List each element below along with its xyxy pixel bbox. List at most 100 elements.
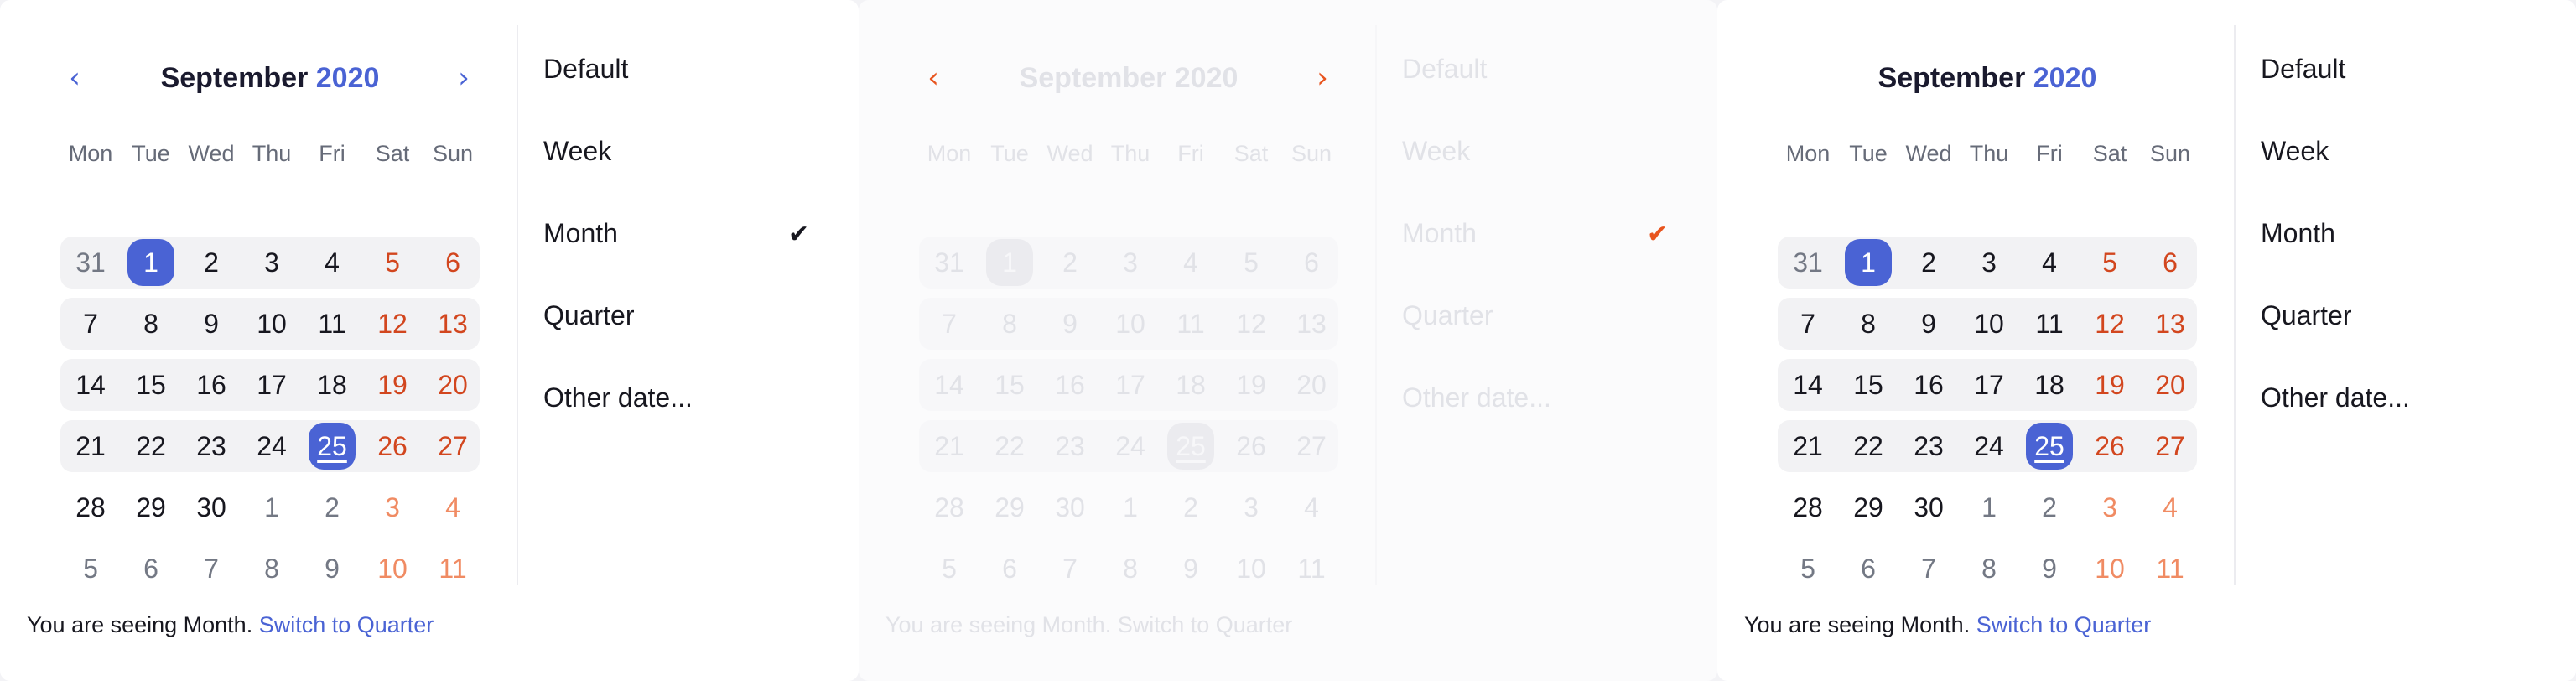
day-cell[interactable]: 15 [1838,359,1898,411]
period-option-quarter[interactable]: Quarter [543,300,828,382]
day-cell[interactable]: 4 [2140,481,2200,533]
day-cell[interactable]: 4 [423,481,483,533]
day-number: 10 [1236,553,1266,584]
today-cell[interactable]: 25 [302,420,362,472]
day-cell[interactable]: 11 [302,298,362,350]
period-option-week[interactable]: Week [543,136,828,218]
day-cell[interactable]: 23 [181,420,242,472]
day-cell[interactable]: 24 [242,420,302,472]
day-cell[interactable]: 6 [2140,237,2200,289]
day-cell[interactable]: 5 [1778,543,1838,595]
day-cell[interactable]: 12 [2080,298,2140,350]
day-cell[interactable]: 19 [362,359,423,411]
day-cell[interactable]: 10 [2080,543,2140,595]
day-cell[interactable]: 3 [2080,481,2140,533]
day-cell[interactable]: 14 [1778,359,1838,411]
day-cell[interactable]: 13 [2140,298,2200,350]
day-cell[interactable]: 23 [1898,420,1959,472]
day-cell[interactable]: 29 [1838,481,1898,533]
day-cell[interactable]: 3 [1959,237,2019,289]
day-cell[interactable]: 5 [2080,237,2140,289]
day-cell[interactable]: 27 [423,420,483,472]
period-option-default[interactable]: Default [2261,54,2546,136]
period-option-month[interactable]: Month ✔ [543,218,828,300]
day-cell[interactable]: 10 [1959,298,2019,350]
day-number: 11 [318,308,346,339]
day-cell[interactable]: 16 [181,359,242,411]
day-cell[interactable]: 2 [1898,237,1959,289]
day-cell[interactable]: 22 [1838,420,1898,472]
day-cell[interactable]: 8 [121,298,181,350]
day-cell[interactable]: 21 [1778,420,1838,472]
day-cell[interactable]: 7 [60,298,121,350]
period-option-month: Month ✔ [1402,218,1687,300]
day-cell[interactable]: 1 [1959,481,2019,533]
day-cell[interactable]: 14 [60,359,121,411]
day-cell[interactable]: 13 [423,298,483,350]
day-cell[interactable]: 15 [121,359,181,411]
day-cell[interactable]: 1 [242,481,302,533]
day-cell[interactable]: 11 [2140,543,2200,595]
day-cell[interactable]: 5 [362,237,423,289]
period-option-other-date[interactable]: Other date... [2261,382,2546,465]
day-cell[interactable]: 11 [2019,298,2080,350]
day-cell[interactable]: 17 [1959,359,2019,411]
day-cell[interactable]: 4 [302,237,362,289]
day-cell[interactable]: 11 [423,543,483,595]
day-cell[interactable]: 30 [1898,481,1959,533]
day-cell[interactable]: 2 [302,481,362,533]
day-cell[interactable]: 6 [423,237,483,289]
switch-to-quarter-link[interactable]: Switch to Quarter [1976,612,2152,637]
selected-day-cell[interactable]: 1 [1838,237,1898,289]
period-option-week[interactable]: Week [2261,136,2546,218]
day-cell[interactable]: 31 [60,237,121,289]
period-option-month[interactable]: Month [2261,218,2546,300]
day-cell[interactable]: 21 [60,420,121,472]
day-cell[interactable]: 9 [302,543,362,595]
day-cell[interactable]: 8 [1838,298,1898,350]
day-cell[interactable]: 9 [181,298,242,350]
day-cell[interactable]: 31 [1778,237,1838,289]
day-cell[interactable]: 26 [362,420,423,472]
period-option-default[interactable]: Default [543,54,828,136]
day-cell[interactable]: 20 [2140,359,2200,411]
day-cell[interactable]: 9 [1898,298,1959,350]
day-cell[interactable]: 3 [242,237,302,289]
day-cell[interactable]: 22 [121,420,181,472]
day-cell[interactable]: 17 [242,359,302,411]
day-cell[interactable]: 24 [1959,420,2019,472]
day-cell[interactable]: 28 [60,481,121,533]
day-cell[interactable]: 8 [242,543,302,595]
day-cell[interactable]: 10 [242,298,302,350]
day-cell[interactable]: 29 [121,481,181,533]
day-cell[interactable]: 6 [121,543,181,595]
day-cell[interactable]: 3 [362,481,423,533]
day-cell[interactable]: 5 [60,543,121,595]
day-cell[interactable]: 9 [2019,543,2080,595]
period-option-other-date[interactable]: Other date... [543,382,828,465]
day-cell[interactable]: 27 [2140,420,2200,472]
day-cell[interactable]: 18 [302,359,362,411]
today-cell[interactable]: 25 [2019,420,2080,472]
day-cell[interactable]: 8 [1959,543,2019,595]
period-option-quarter[interactable]: Quarter [2261,300,2546,382]
day-cell[interactable]: 2 [2019,481,2080,533]
day-cell[interactable]: 28 [1778,481,1838,533]
day-cell[interactable]: 20 [423,359,483,411]
day-cell[interactable]: 7 [1898,543,1959,595]
day-cell[interactable]: 2 [181,237,242,289]
day-cell[interactable]: 26 [2080,420,2140,472]
day-cell[interactable]: 19 [2080,359,2140,411]
day-cell[interactable]: 10 [362,543,423,595]
day-cell[interactable]: 7 [181,543,242,595]
day-cell[interactable]: 18 [2019,359,2080,411]
day-cell[interactable]: 4 [2019,237,2080,289]
day-cell[interactable]: 6 [1838,543,1898,595]
day-cell[interactable]: 30 [181,481,242,533]
day-cell[interactable]: 12 [362,298,423,350]
day-cell[interactable]: 7 [1778,298,1838,350]
weekday-label: Wed [1905,141,1952,166]
day-cell[interactable]: 16 [1898,359,1959,411]
switch-to-quarter-link[interactable]: Switch to Quarter [259,612,434,637]
selected-day-cell[interactable]: 1 [121,237,181,289]
